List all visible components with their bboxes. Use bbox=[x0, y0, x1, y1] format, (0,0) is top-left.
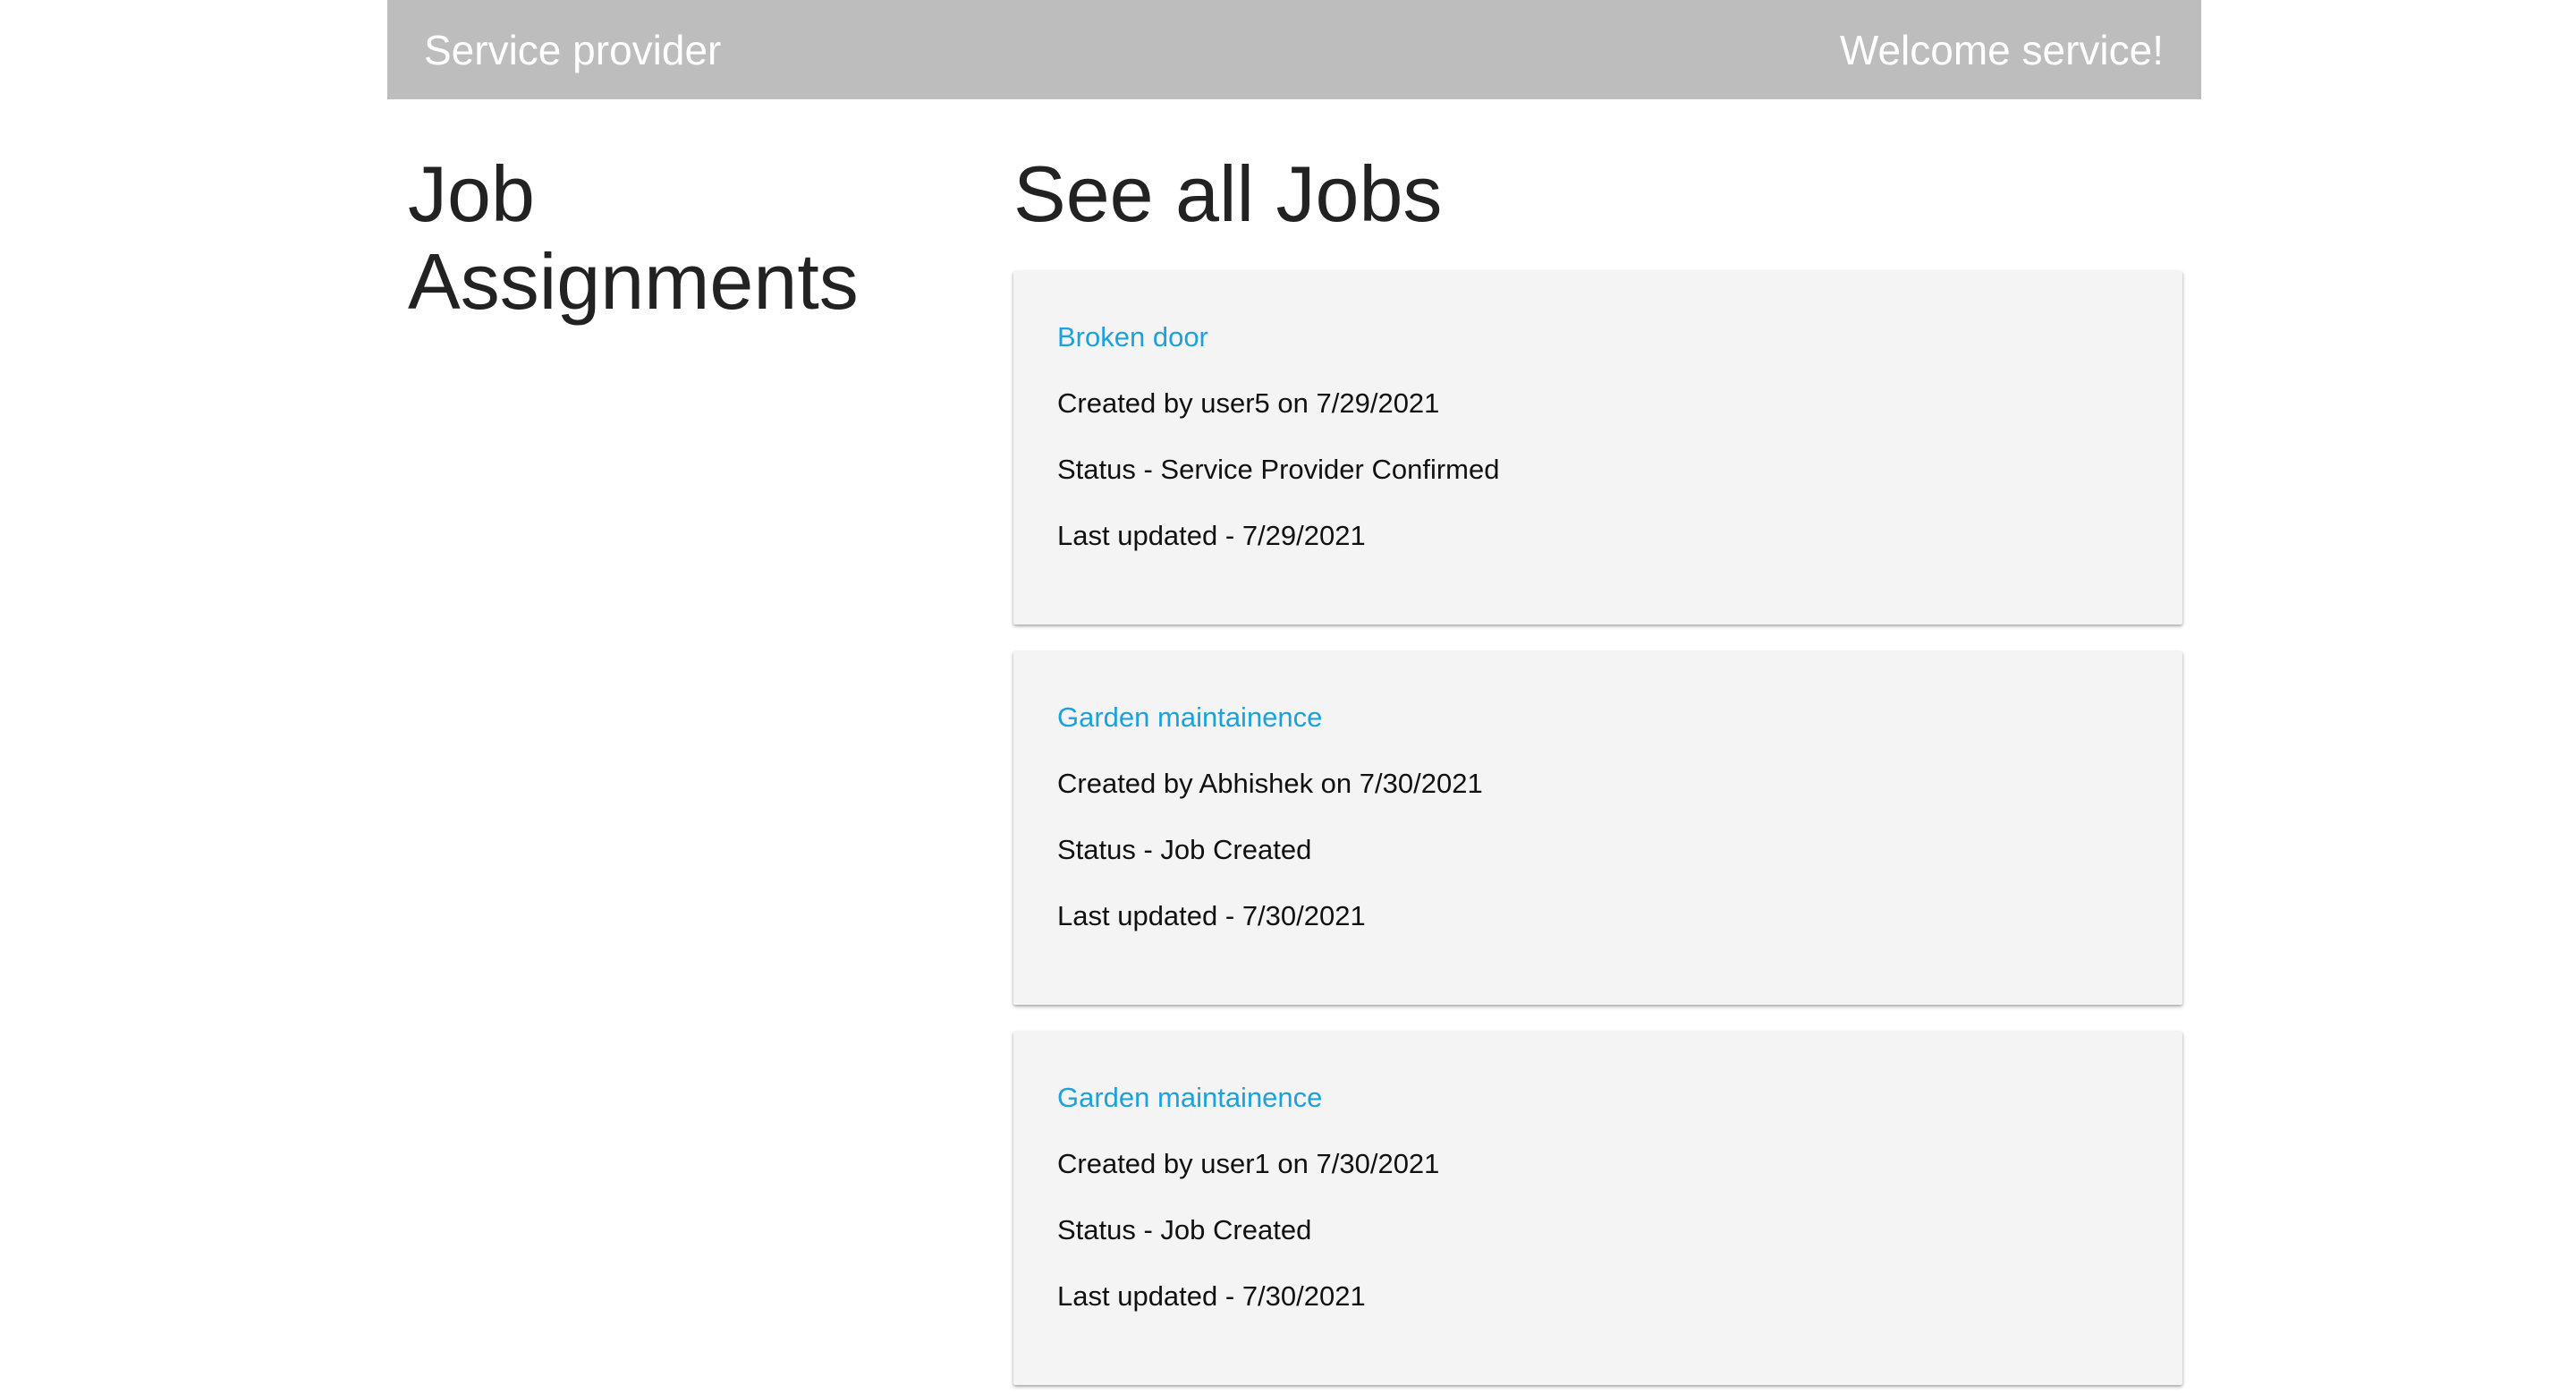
job-last-updated: Last updated - 7/29/2021 bbox=[1057, 520, 1366, 551]
see-all-jobs-heading: See all Jobs bbox=[1013, 149, 1443, 238]
page-container: Service provider Welcome service! Job As… bbox=[387, 0, 2201, 1394]
welcome-message: Welcome service! bbox=[1839, 27, 2164, 73]
job-created-info: Created by user1 on 7/30/2021 bbox=[1057, 1148, 1440, 1179]
job-title-link[interactable]: Garden maintainence bbox=[1057, 700, 1322, 735]
job-last-updated: Last updated - 7/30/2021 bbox=[1057, 900, 1366, 931]
top-navigation-bar: Service provider Welcome service! bbox=[387, 0, 2201, 99]
job-assignments-heading: Job Assignments bbox=[408, 149, 859, 326]
job-card: Garden maintainence Created by user1 on … bbox=[1013, 1032, 2182, 1385]
brand-title[interactable]: Service provider bbox=[424, 27, 721, 73]
job-title-link[interactable]: Broken door bbox=[1057, 319, 1208, 355]
job-created-info: Created by user5 on 7/29/2021 bbox=[1057, 387, 1440, 419]
job-card: Broken door Created by user5 on 7/29/202… bbox=[1013, 271, 2182, 625]
job-title-link[interactable]: Garden maintainence bbox=[1057, 1080, 1322, 1116]
job-last-updated: Last updated - 7/30/2021 bbox=[1057, 1280, 1366, 1312]
job-status: Status - Service Provider Confirmed bbox=[1057, 454, 1500, 485]
job-status: Status - Job Created bbox=[1057, 1214, 1312, 1245]
job-status: Status - Job Created bbox=[1057, 834, 1312, 865]
job-created-info: Created by Abhishek on 7/30/2021 bbox=[1057, 768, 1483, 799]
job-card: Garden maintainence Created by Abhishek … bbox=[1013, 651, 2182, 1005]
